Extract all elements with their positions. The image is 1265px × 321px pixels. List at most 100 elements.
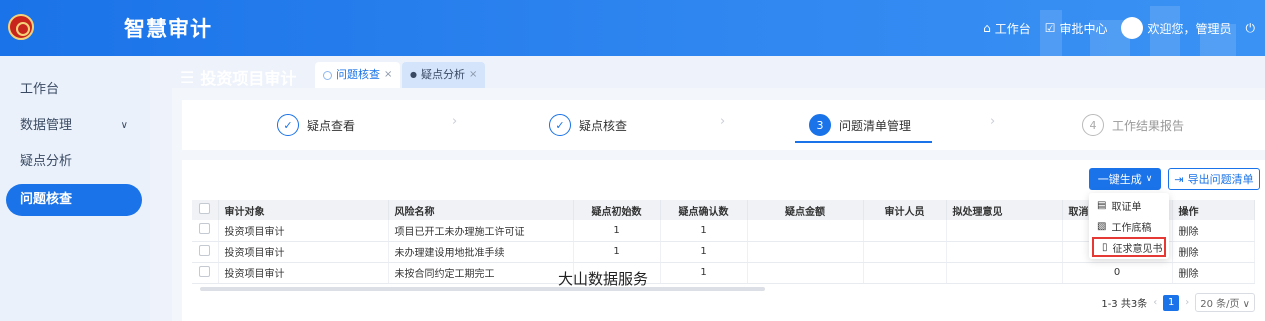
opinion-cell	[946, 262, 1063, 284]
column-header: 疑点金额	[747, 200, 864, 220]
tab-label: 疑点分析	[420, 68, 465, 81]
cancel-cell[interactable]: 0	[1062, 262, 1173, 284]
opinion-cell	[946, 241, 1063, 263]
auditor-cell	[863, 241, 947, 263]
row-select-cell	[192, 241, 219, 263]
generate-label: 一键生成	[1097, 173, 1142, 186]
confirm-count-cell: 1	[660, 262, 748, 284]
sidebar-item-label: 疑点分析	[20, 154, 73, 169]
approval-label: 审批中心	[1059, 21, 1108, 36]
sidebar-item-label: 问题核查	[20, 192, 73, 207]
column-header: 拟处理意见	[946, 200, 1063, 220]
page-title-text: 投资项目审计	[200, 69, 297, 88]
generate-button[interactable]: 一键生成 ∨	[1089, 168, 1161, 190]
sidebar-item-data-management[interactable]: 数据管理 ∨	[0, 110, 150, 142]
document-icon: ▤	[1097, 199, 1107, 211]
tab-issue-verification[interactable]: 问题核查 ×	[315, 62, 401, 88]
sidebar-item-suspicion-analysis[interactable]: 疑点分析	[0, 146, 150, 178]
sidebar-item-issue-verification[interactable]: 问题核查	[6, 184, 142, 216]
target-cell: 投资项目审计	[218, 220, 389, 242]
approval-center-link[interactable]: ☑ 审批中心	[1045, 20, 1108, 37]
step-bar: ✓ 疑点查看 › ✓ 疑点核查 › 3 问题清单管理 › 4 工作结果报告	[182, 100, 1265, 150]
sidebar-item-label: 工作台	[20, 82, 60, 97]
menu-item-working-paper[interactable]: ▧ 工作底稿	[1089, 216, 1169, 236]
initial-count-link[interactable]: 1	[573, 220, 661, 242]
user-menu[interactable]: 欢迎您，管理员	[1121, 17, 1232, 39]
risk-cell: 项目已开工未办理施工许可证	[388, 220, 574, 242]
power-icon[interactable]: ⏻	[1246, 21, 1256, 36]
file-icon: ▯	[1102, 241, 1108, 253]
step-1[interactable]: ✓ 疑点查看	[277, 100, 355, 150]
row-checkbox[interactable]	[199, 244, 211, 256]
step-number: 4	[1082, 114, 1104, 136]
prev-page-icon[interactable]: ‹	[1153, 297, 1157, 308]
column-header: 操作	[1172, 200, 1255, 220]
column-header: 疑点确认数	[660, 200, 748, 220]
tab-label: 问题核查	[336, 68, 380, 81]
page-size-select[interactable]: 20 条/页 ∨	[1195, 293, 1255, 312]
chevron-down-icon: ∨	[1145, 174, 1153, 184]
select-all-checkbox[interactable]	[199, 203, 211, 214]
tab-suspicion-analysis[interactable]: ● 疑点分析 ×	[402, 62, 486, 88]
auditor-cell	[863, 220, 947, 242]
step-label: 疑点核查	[579, 118, 628, 133]
page-title: ☰ 投资项目审计	[180, 65, 296, 89]
chevron-right-icon: ›	[452, 114, 458, 129]
risk-cell: 未办理建设用地批准手续	[388, 241, 574, 263]
close-icon[interactable]: ×	[384, 62, 392, 88]
welcome-text: 欢迎您，管理员	[1147, 21, 1232, 36]
select-all-cell	[192, 200, 219, 220]
column-header: 审计人员	[863, 200, 947, 220]
delete-link[interactable]: 删除	[1172, 262, 1255, 284]
amount-cell	[747, 241, 864, 263]
menu-item-opinion-letter[interactable]: ▯ 征求意见书	[1092, 237, 1166, 257]
home-icon: ⌂	[983, 21, 991, 35]
confirm-count-cell: 1	[660, 220, 748, 242]
delete-link[interactable]: 删除	[1172, 241, 1255, 263]
sidebar: 工作台 数据管理 ∨ 疑点分析 问题核查	[0, 56, 150, 321]
avatar	[1121, 17, 1144, 39]
column-header: 疑点初始数	[573, 200, 661, 220]
step-4[interactable]: 4 工作结果报告	[1082, 100, 1184, 150]
workbench-link[interactable]: ⌂ 工作台	[983, 20, 1031, 37]
sidebar-item-label: 数据管理	[20, 118, 73, 133]
workbench-label: 工作台	[994, 21, 1031, 36]
check-icon: ✓	[549, 114, 571, 136]
row-checkbox[interactable]	[199, 223, 211, 235]
chevron-down-icon: ∨	[120, 120, 128, 131]
menu-item-evidence-sheet[interactable]: ▤ 取证单	[1089, 195, 1169, 215]
page-number-button[interactable]: 1	[1163, 294, 1180, 311]
watermark-text: 大山数据服务	[558, 270, 649, 288]
row-checkbox[interactable]	[199, 265, 211, 277]
close-icon[interactable]: ×	[469, 62, 477, 88]
amount-cell	[747, 262, 864, 284]
chevron-right-icon: ›	[990, 114, 996, 129]
confirm-count-cell: 1	[660, 241, 748, 263]
horizontal-scrollbar[interactable]	[200, 287, 765, 291]
page-size-label: 20 条/页	[1200, 299, 1240, 310]
risk-cell: 未按合同约定工期完工	[388, 262, 574, 284]
table-row: 投资项目审计 未按合同约定工期完工 1 0 删除	[192, 262, 1255, 284]
sidebar-item-workbench[interactable]: 工作台	[0, 74, 150, 106]
column-header: 风险名称	[388, 200, 574, 220]
chevron-right-icon: ›	[720, 114, 726, 129]
clipboard-icon: ▧	[1097, 220, 1107, 232]
next-page-icon[interactable]: ›	[1185, 297, 1189, 308]
row-select-cell	[192, 220, 219, 242]
approval-icon: ☑	[1044, 21, 1056, 35]
top-header: 智慧审计 ⌂ 工作台 ☑ 审批中心 欢迎您，管理员 ⏻	[0, 0, 1265, 56]
step-label: 工作结果报告	[1112, 118, 1185, 133]
active-step-indicator	[795, 141, 932, 143]
opinion-cell	[946, 220, 1063, 242]
chevron-down-icon: ∨	[1242, 299, 1250, 310]
menu-icon: ☰	[180, 67, 195, 87]
menu-item-label: 征求意见书	[1112, 243, 1163, 255]
initial-count-link[interactable]: 1	[573, 241, 661, 263]
delete-link[interactable]: 删除	[1172, 220, 1255, 242]
step-label: 问题清单管理	[839, 118, 912, 133]
step-2[interactable]: ✓ 疑点核查	[549, 100, 627, 150]
menu-item-label: 取证单	[1111, 201, 1142, 213]
app-logo	[8, 14, 34, 40]
export-label: 导出问题清单	[1187, 173, 1254, 186]
export-button[interactable]: ⇥ 导出问题清单	[1168, 168, 1260, 190]
